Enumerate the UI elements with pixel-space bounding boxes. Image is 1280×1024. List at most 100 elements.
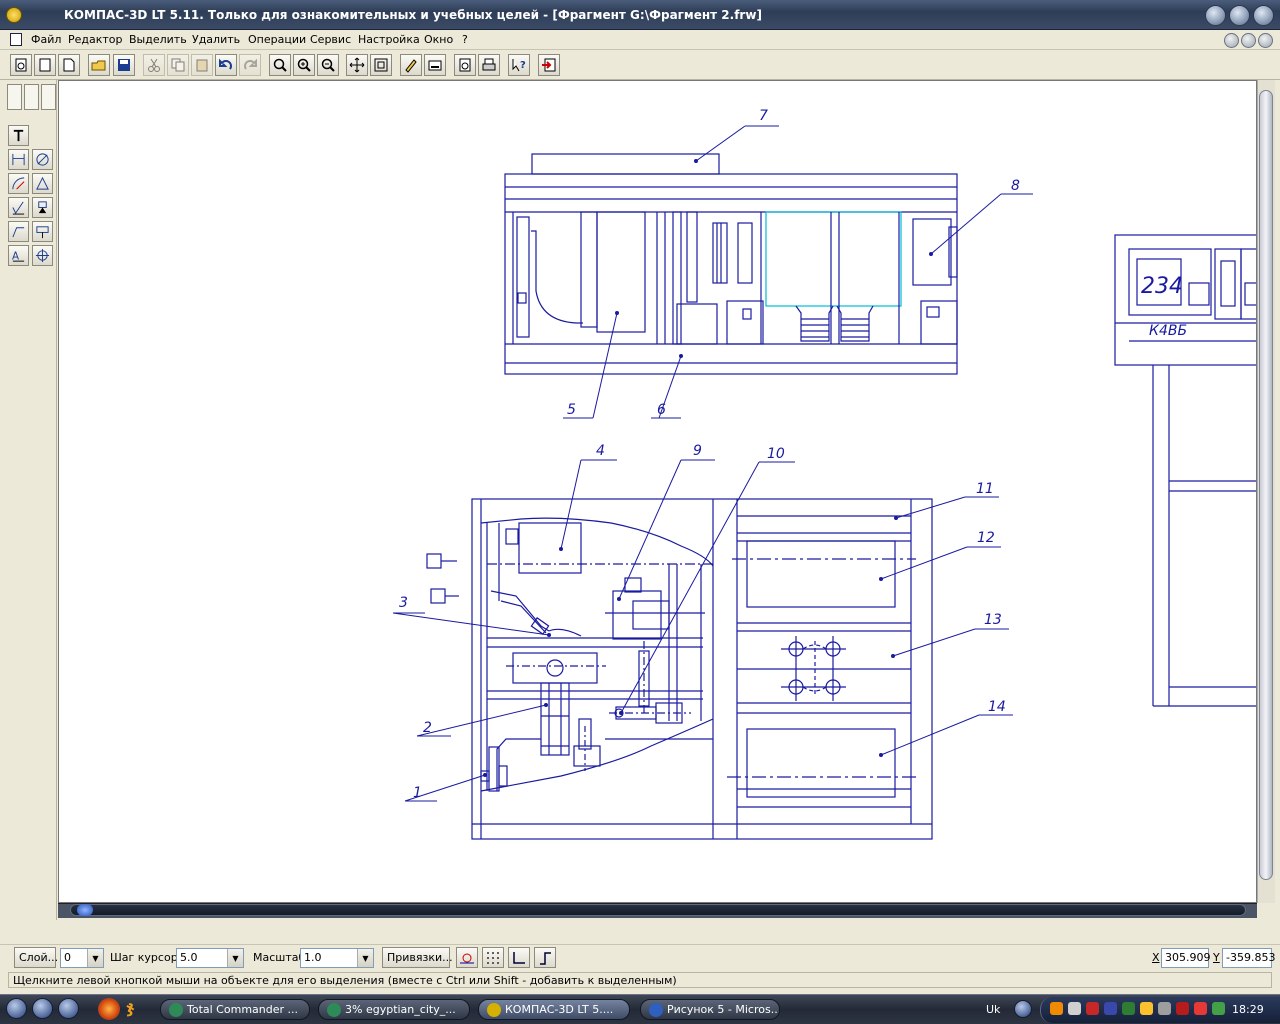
taskbar-button-3[interactable]: КОМПАС-3D LT 5....	[478, 999, 630, 1020]
datum-icon[interactable]	[32, 197, 53, 218]
tray-lang-icon[interactable]	[1158, 1002, 1171, 1015]
close-icon[interactable]	[1253, 5, 1274, 26]
linear-dim-icon[interactable]	[8, 149, 29, 170]
app-icon[interactable]	[6, 7, 22, 23]
open-icon[interactable]	[88, 54, 110, 76]
step-label: Шаг курсора	[110, 951, 185, 964]
callout-8: 8	[1011, 178, 1020, 194]
paste-icon[interactable]	[191, 54, 213, 76]
snap-button[interactable]: Привязки...	[382, 947, 453, 968]
menu-service[interactable]: Сервис	[308, 32, 353, 47]
tray-close-icon[interactable]	[1194, 1002, 1207, 1015]
arc-dim-icon[interactable]	[32, 173, 53, 194]
x-coordinate[interactable]: 305.909	[1161, 948, 1211, 968]
layer-dropdown-icon[interactable]: ▼	[87, 949, 103, 967]
taskbar-button-label: 3% egyptian_city_...	[345, 1003, 456, 1016]
pan-icon[interactable]	[346, 54, 368, 76]
scroll-grip-icon[interactable]	[77, 904, 93, 916]
new-fragment-icon[interactable]	[58, 54, 80, 76]
language-indicator[interactable]: Uk	[986, 1003, 1000, 1016]
zoom-out-icon[interactable]	[317, 54, 339, 76]
menu-help[interactable]: ?	[460, 32, 470, 47]
doc-minimize-icon[interactable]	[1224, 33, 1239, 48]
new-document-icon[interactable]	[10, 54, 32, 76]
menu-settings[interactable]: Настройка	[356, 32, 422, 47]
tray-security-icon[interactable]	[1176, 1002, 1189, 1015]
tray-network-icon[interactable]	[1104, 1002, 1117, 1015]
roughness-icon[interactable]	[8, 197, 29, 218]
text-tool-icon[interactable]	[8, 125, 29, 146]
print-icon[interactable]	[478, 54, 500, 76]
text-leader-icon[interactable]: A	[8, 245, 29, 266]
menu-operations[interactable]: Операции	[246, 32, 308, 47]
tray-edit-icon[interactable]	[1068, 1002, 1081, 1015]
step-dropdown-icon[interactable]: ▼	[227, 949, 243, 967]
round-icon[interactable]	[534, 947, 556, 968]
quick-launch-1-icon[interactable]	[32, 998, 53, 1019]
quick-launch-2-icon[interactable]	[58, 998, 79, 1019]
ortho-icon[interactable]	[508, 947, 530, 968]
center-mark-icon[interactable]	[32, 245, 53, 266]
leader-icon[interactable]	[8, 221, 29, 242]
scale-label: Масштаб	[253, 951, 306, 964]
new-sheet-icon[interactable]	[34, 54, 56, 76]
save-icon[interactable]	[113, 54, 135, 76]
taskbar-button-2[interactable]: 3% egyptian_city_...	[318, 999, 470, 1020]
cut-icon[interactable]	[143, 54, 165, 76]
menu-select[interactable]: Выделить	[127, 32, 189, 47]
zoom-window-icon[interactable]	[269, 54, 291, 76]
parameters-tab-icon[interactable]	[41, 84, 56, 110]
local-cs-icon[interactable]	[456, 947, 478, 968]
horizontal-scroll-thumb[interactable]	[70, 904, 1246, 916]
drawing-canvas[interactable]: 7 8 5 6 4 9 10 11 12 3 13 2 14 1 234 К4В…	[58, 80, 1257, 903]
diameter-dim-icon[interactable]	[32, 149, 53, 170]
minimize-icon[interactable]	[1205, 5, 1226, 26]
zoom-all-icon[interactable]	[370, 54, 392, 76]
layer-button[interactable]: Слой...	[14, 947, 58, 968]
taskbar-app-icon	[169, 1003, 183, 1017]
taskbar-button-1[interactable]: Total Commander ...	[160, 999, 310, 1020]
undo-icon[interactable]	[215, 54, 237, 76]
tray-messenger-icon[interactable]	[1140, 1002, 1153, 1015]
tray-media-icon[interactable]	[1050, 1002, 1063, 1015]
tray-toggle-icon[interactable]	[1014, 1000, 1032, 1018]
taskbar-button-4[interactable]: Рисунок 5 - Micros...	[640, 999, 780, 1020]
grid-icon[interactable]	[482, 947, 504, 968]
menu-window[interactable]: Окно	[422, 32, 455, 47]
doc-restore-icon[interactable]	[1241, 33, 1256, 48]
start-orb-icon[interactable]	[6, 998, 27, 1019]
tray-antivirus-icon[interactable]	[1122, 1002, 1135, 1015]
angle-dim-icon[interactable]	[8, 173, 29, 194]
scale-dropdown-icon[interactable]: ▼	[357, 949, 373, 967]
copy-icon[interactable]	[167, 54, 189, 76]
mirc-icon[interactable]: ჯ	[126, 998, 146, 1018]
layer-icon[interactable]	[424, 54, 446, 76]
print-preview-icon[interactable]	[454, 54, 476, 76]
window-title: КОМПАС-3D LT 5.11. Только для ознакомите…	[64, 8, 762, 22]
zoom-in-icon[interactable]	[293, 54, 315, 76]
dimensions-tab-icon[interactable]	[24, 84, 39, 110]
geometry-tab-icon[interactable]	[7, 84, 22, 110]
callout-9: 9	[693, 443, 702, 459]
vertical-scroll-thumb[interactable]	[1259, 90, 1273, 880]
firefox-icon[interactable]	[98, 998, 120, 1020]
doc-close-icon[interactable]	[1258, 33, 1273, 48]
properties-icon[interactable]	[400, 54, 422, 76]
maximize-icon[interactable]	[1229, 5, 1250, 26]
tray-tool-icon[interactable]	[1086, 1002, 1099, 1015]
exit-icon[interactable]	[538, 54, 560, 76]
help-icon[interactable]: ?	[508, 54, 530, 76]
part-14-box	[746, 728, 896, 798]
taskbar-app-icon	[327, 1003, 341, 1017]
menu-delete[interactable]: Удалить	[190, 32, 242, 47]
x-label: X	[1152, 951, 1160, 964]
y-coordinate[interactable]: -359.853	[1222, 948, 1275, 968]
drawing-svg: 7 8 5 6 4 9 10 11 12 3 13 2 14 1 234 К4В…	[392, 108, 1256, 840]
menu-file[interactable]: Файл	[29, 32, 63, 47]
redo-icon[interactable]	[239, 54, 261, 76]
callout-10: 10	[767, 446, 785, 462]
document-icon[interactable]	[10, 33, 22, 46]
tray-status-icon[interactable]	[1212, 1002, 1225, 1015]
menu-editor[interactable]: Редактор	[66, 32, 125, 47]
tolerance-icon[interactable]	[32, 221, 53, 242]
